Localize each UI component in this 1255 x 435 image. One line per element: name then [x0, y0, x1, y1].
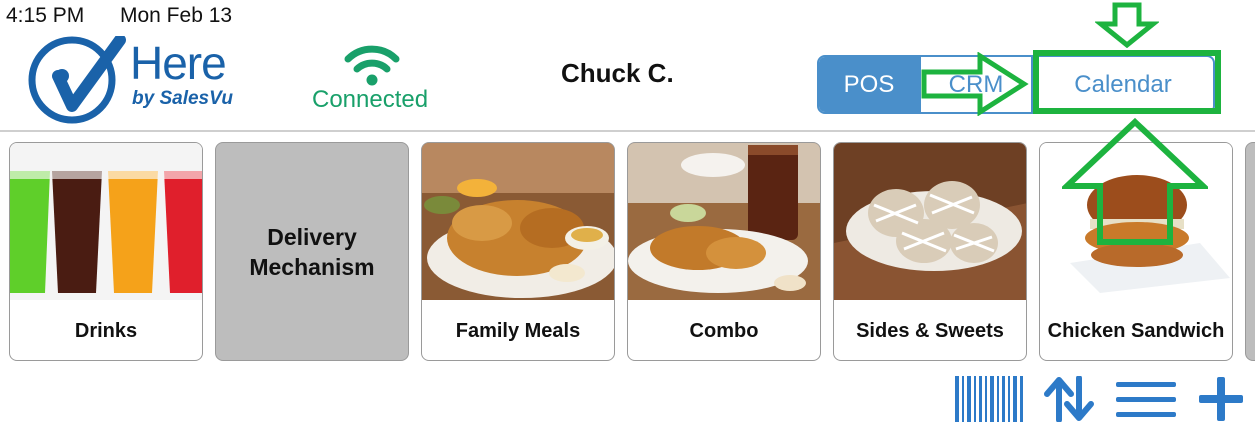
sides-sweets-photo: [834, 143, 1026, 300]
status-time: 4:15 PM: [6, 4, 85, 27]
list-menu-icon[interactable]: [1116, 376, 1176, 422]
category-label: Drinks: [74, 319, 138, 342]
header-divider: [0, 130, 1255, 132]
barcode-icon[interactable]: [955, 376, 1023, 422]
combo-photo: [628, 143, 820, 300]
tab-calendar[interactable]: Calendar: [1033, 57, 1213, 112]
category-label: Family Meals: [455, 319, 581, 342]
category-tile-drinks[interactable]: Drinks: [9, 142, 203, 361]
category-tile-family-meals[interactable]: Family Meals: [421, 142, 615, 361]
drinks-photo: [10, 143, 202, 300]
annotation-arrow-down: [1095, 2, 1159, 48]
connection-status: Connected: [312, 86, 429, 113]
status-date: Mon Feb 13: [120, 4, 233, 27]
category-tile-combo[interactable]: Combo: [627, 142, 821, 361]
category-tile-delivery-mechanism[interactable]: Delivery Mechanism: [215, 142, 409, 361]
category-label: Combo: [689, 319, 759, 342]
logo-subtitle: by SalesVu: [132, 88, 234, 109]
category-label: Chicken Sandwich: [1047, 319, 1225, 342]
tab-pos[interactable]: POS: [819, 57, 921, 112]
sort-arrows-icon[interactable]: [1043, 376, 1095, 422]
chicken-sandwich-photo: [1040, 143, 1232, 300]
category-label: Sides & Sweets: [856, 319, 1004, 342]
wifi-icon: [344, 45, 400, 86]
category-tile-chicken-sandwich[interactable]: Chicken Sandwich: [1039, 142, 1233, 361]
mode-switcher: POS CRM Calendar: [817, 55, 1215, 114]
user-name: Chuck C.: [561, 58, 674, 88]
plus-icon[interactable]: [1198, 376, 1244, 422]
category-tile-sides-sweets[interactable]: Sides & Sweets: [833, 142, 1027, 361]
category-tile-partial[interactable]: [1245, 142, 1255, 361]
app-logo: Here by SalesVu: [28, 36, 243, 126]
tab-crm[interactable]: CRM: [921, 57, 1033, 112]
category-label: Delivery Mechanism: [249, 223, 375, 280]
logo-title: Here: [130, 37, 227, 89]
family-meals-photo: [422, 143, 614, 300]
checkmark-person-logo-icon: [28, 36, 126, 124]
